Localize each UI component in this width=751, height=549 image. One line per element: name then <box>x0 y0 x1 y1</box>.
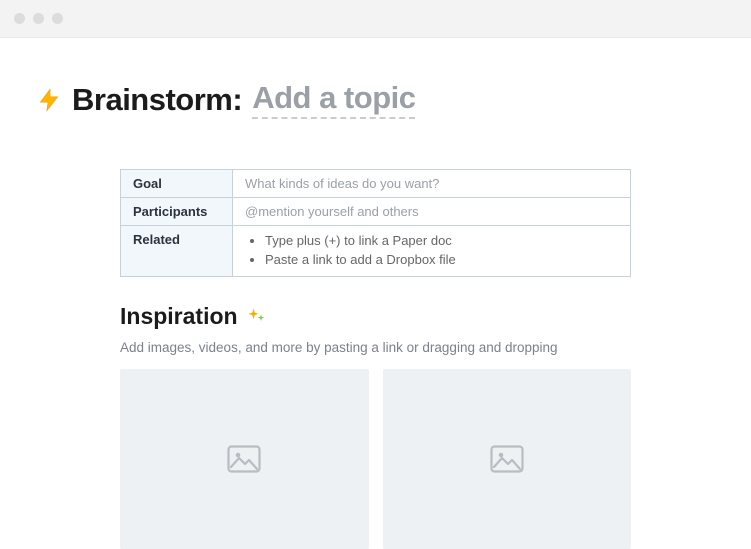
table-row: Participants @mention yourself and other… <box>121 198 631 226</box>
media-drop-zone[interactable] <box>120 369 369 549</box>
list-item: Paste a link to add a Dropbox file <box>265 251 618 270</box>
media-drop-zone[interactable] <box>383 369 632 549</box>
inspiration-subtext: Add images, videos, and more by pasting … <box>120 340 631 355</box>
section-heading: Inspiration <box>120 303 631 330</box>
document-body: Brainstorm: Add a topic Goal What kinds … <box>0 38 751 549</box>
meta-table: Goal What kinds of ideas do you want? Pa… <box>120 169 631 277</box>
window-close-button[interactable] <box>14 13 25 24</box>
table-row: Goal What kinds of ideas do you want? <box>121 170 631 198</box>
meta-participants-input[interactable]: @mention yourself and others <box>233 198 631 226</box>
meta-related-input[interactable]: Type plus (+) to link a Paper doc Paste … <box>233 226 631 277</box>
media-drop-row <box>120 369 631 549</box>
meta-section: Goal What kinds of ideas do you want? Pa… <box>36 169 715 549</box>
image-placeholder-icon <box>227 445 261 473</box>
bolt-icon <box>36 87 62 113</box>
list-item: Type plus (+) to link a Paper doc <box>265 232 618 251</box>
title-topic-input[interactable]: Add a topic <box>252 80 415 119</box>
inspiration-section: Inspiration Add images, videos, and more… <box>120 303 631 549</box>
meta-goal-input[interactable]: What kinds of ideas do you want? <box>233 170 631 198</box>
meta-label-goal: Goal <box>121 170 233 198</box>
window-maximize-button[interactable] <box>52 13 63 24</box>
title-prefix: Brainstorm: <box>72 82 242 118</box>
image-placeholder-icon <box>490 445 524 473</box>
meta-label-participants: Participants <box>121 198 233 226</box>
window-titlebar <box>0 0 751 38</box>
sparkles-icon <box>246 306 266 326</box>
inspiration-heading-text: Inspiration <box>120 303 238 330</box>
related-hint-list: Type plus (+) to link a Paper doc Paste … <box>245 232 618 270</box>
page-title: Brainstorm: Add a topic <box>36 80 715 119</box>
window-minimize-button[interactable] <box>33 13 44 24</box>
table-row: Related Type plus (+) to link a Paper do… <box>121 226 631 277</box>
meta-label-related: Related <box>121 226 233 277</box>
